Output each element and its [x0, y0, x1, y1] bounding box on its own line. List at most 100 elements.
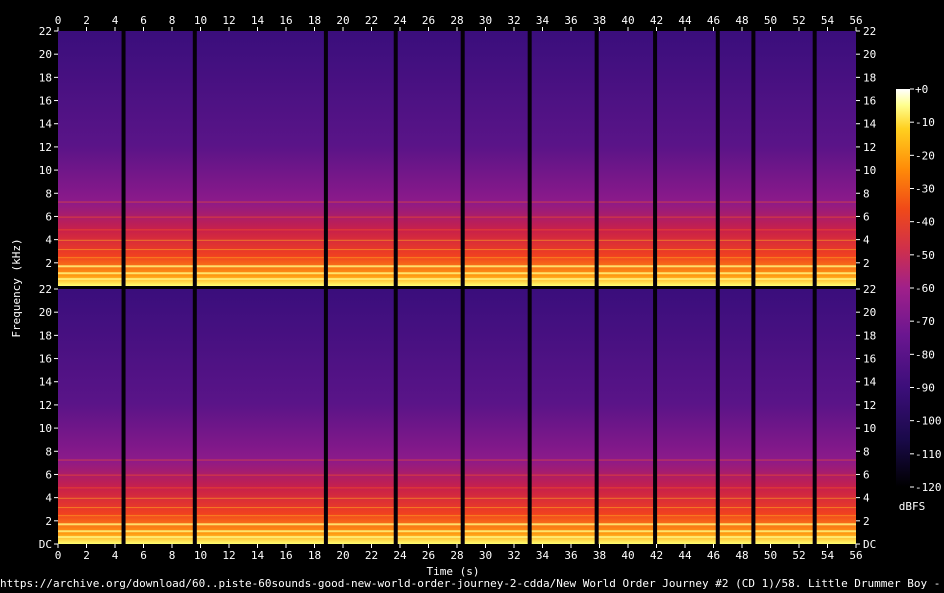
y-tick-label-right: 12: [863, 141, 876, 154]
y-tick-label-left: 18: [39, 71, 52, 84]
silence-gap: [653, 289, 658, 544]
y-tick-label-right: 4: [863, 234, 870, 247]
spectrogram-panel-top: [58, 31, 856, 286]
y-tick-label-right: 16: [863, 353, 876, 366]
x-tick-label-bottom: 36: [564, 549, 577, 562]
colorbar-tick-label: -40: [915, 216, 935, 229]
silence-gap: [323, 31, 328, 286]
y-axis-label: Frequency (kHz): [10, 238, 23, 337]
x-tick-label-bottom: 10: [194, 549, 207, 562]
x-tick-label-bottom: 52: [792, 549, 805, 562]
y-tick-label-right: 18: [863, 329, 876, 342]
x-tick-label-bottom: 22: [365, 549, 378, 562]
y-tick-label-left: 2: [45, 515, 52, 528]
colorbar-tick-label: -30: [915, 183, 935, 196]
harmonic-band: [58, 497, 856, 499]
x-tick-label-bottom: 48: [735, 549, 748, 562]
x-tick-label-top: 28: [450, 14, 463, 27]
silence-gap: [460, 289, 465, 544]
x-tick-label-top: 38: [593, 14, 606, 27]
x-tick-label-bottom: 44: [678, 549, 692, 562]
y-tick-label-right: 18: [863, 71, 876, 84]
harmonic-band: [58, 249, 856, 251]
harmonic-band: [58, 239, 856, 241]
x-tick-label-top: 18: [308, 14, 321, 27]
x-tick-label-top: 34: [536, 14, 550, 27]
x-tick-label-bottom: 46: [707, 549, 720, 562]
y-tick-label-right: 10: [863, 422, 876, 435]
x-tick-label-bottom: 32: [507, 549, 520, 562]
y-tick-label-left: 22: [39, 25, 52, 38]
colorbar-tick-label: -120: [915, 481, 942, 494]
silence-gap: [393, 31, 398, 286]
x-axis-label: Time (s): [427, 565, 480, 577]
x-tick-label-top: 10: [194, 14, 207, 27]
spectrogram-chart: 0022446688101012121414161618182020222224…: [10, 14, 942, 577]
colorbar-tick-label: -10: [915, 116, 935, 129]
y-tick-label-left: 18: [39, 329, 52, 342]
x-tick-label-bottom: 0: [55, 549, 62, 562]
silence-gap: [812, 31, 817, 286]
x-tick-label-bottom: 6: [140, 549, 147, 562]
y-tick-label-left: 20: [39, 306, 52, 319]
x-tick-label-bottom: 24: [393, 549, 407, 562]
colorbar-tick-label: -70: [915, 315, 935, 328]
silence-gap: [751, 289, 756, 544]
y-tick-label-left: 10: [39, 164, 52, 177]
harmonic-band: [58, 278, 856, 281]
x-tick-label-bottom: 40: [621, 549, 634, 562]
harmonic-band: [58, 216, 856, 218]
y-tick-label-left: 2: [45, 257, 52, 270]
y-tick-label-right: 6: [863, 210, 870, 223]
silence-gap: [715, 31, 720, 286]
x-tick-label-bottom: 34: [536, 549, 550, 562]
silence-gap: [751, 31, 756, 286]
colorbar-tick-label: -20: [915, 149, 935, 162]
harmonic-band: [58, 507, 856, 509]
silence-gap: [527, 289, 532, 544]
y-tick-label-right: 8: [863, 187, 870, 200]
spectrogram-panel-bottom: [58, 289, 856, 544]
y-tick-label-left: DC: [39, 538, 52, 551]
x-tick-label-bottom: 42: [650, 549, 663, 562]
x-tick-label-top: 22: [365, 14, 378, 27]
harmonic-band: [58, 536, 856, 539]
x-tick-label-top: 42: [650, 14, 663, 27]
colorbar-label: dBFS: [899, 500, 926, 513]
x-tick-label-top: 12: [222, 14, 235, 27]
x-tick-label-top: 52: [792, 14, 805, 27]
y-tick-label-right: 2: [863, 257, 870, 270]
silence-gap: [594, 289, 599, 544]
silence-gap: [192, 289, 197, 544]
x-tick-label-top: 26: [422, 14, 435, 27]
x-tick-label-top: 36: [564, 14, 577, 27]
y-tick-label-left: 12: [39, 141, 52, 154]
y-tick-label-right: 16: [863, 95, 876, 108]
harmonic-band: [58, 523, 856, 526]
y-tick-label-left: 16: [39, 95, 52, 108]
y-tick-label-right: 12: [863, 399, 876, 412]
y-tick-label-right: 22: [863, 25, 876, 38]
harmonic-band: [58, 487, 856, 489]
harmonic-band: [58, 229, 856, 231]
harmonic-band: [58, 265, 856, 268]
y-tick-label-left: 22: [39, 283, 52, 296]
x-tick-label-top: 6: [140, 14, 147, 27]
y-tick-label-right: 20: [863, 306, 876, 319]
silence-gap: [812, 289, 817, 544]
x-tick-label-bottom: 12: [222, 549, 235, 562]
x-tick-label-top: 2: [83, 14, 90, 27]
x-tick-label-bottom: 26: [422, 549, 435, 562]
y-tick-label-right: 22: [863, 283, 876, 296]
colorbar-tick-label: -100: [915, 415, 942, 428]
silence-gap: [460, 31, 465, 286]
y-tick-label-right: 8: [863, 445, 870, 458]
x-tick-label-bottom: 30: [479, 549, 492, 562]
y-tick-label-right: 20: [863, 48, 876, 61]
x-tick-label-top: 50: [764, 14, 777, 27]
harmonic-band: [58, 530, 856, 533]
x-tick-label-bottom: 14: [251, 549, 265, 562]
y-tick-label-left: 14: [39, 376, 53, 389]
harmonic-band: [58, 515, 856, 517]
x-tick-label-bottom: 54: [821, 549, 835, 562]
